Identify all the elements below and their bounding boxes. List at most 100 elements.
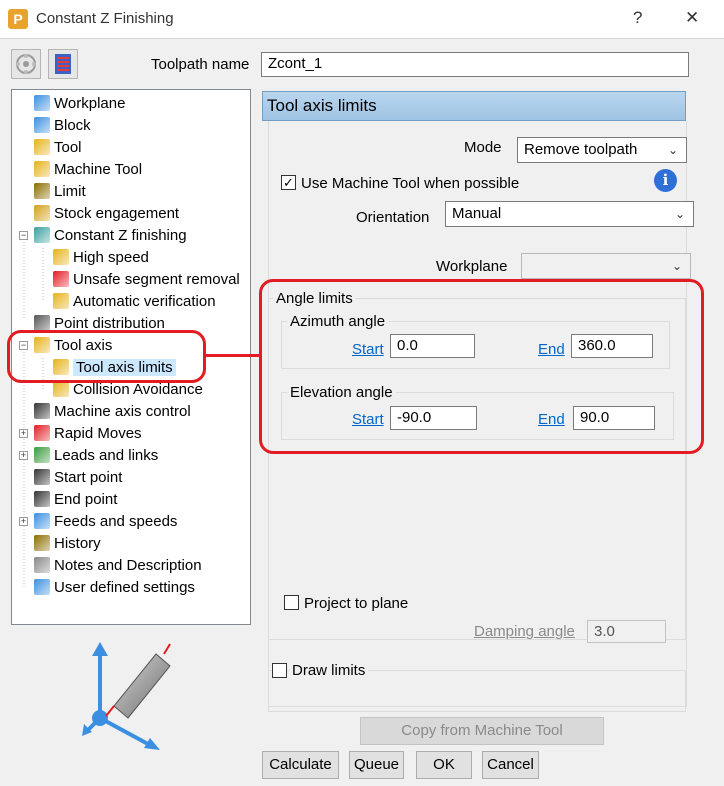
tree-item[interactable]: Constant Z finishing <box>34 225 187 247</box>
tree-item-label: Collision Avoidance <box>73 381 203 398</box>
project-to-plane-label: Project to plane <box>304 595 409 612</box>
orientation-label: Orientation <box>356 209 430 226</box>
tree-item-label: Start point <box>54 469 123 486</box>
close-button[interactable]: ✕ <box>685 8 699 28</box>
tree-item[interactable]: Notes and Description <box>34 555 202 577</box>
tree-item[interactable]: Automatic verification <box>53 291 216 313</box>
tree-item[interactable]: History <box>34 533 101 555</box>
chevron-down-icon: ⌄ <box>674 207 685 221</box>
workplane-dropdown[interactable]: ⌄ <box>521 253 691 279</box>
chevron-down-icon: ⌄ <box>667 143 678 157</box>
automatic-verification-icon <box>53 293 69 309</box>
tree-item-label: Machine axis control <box>54 403 191 420</box>
mode-dropdown[interactable]: Remove toolpath ⌄ <box>517 137 687 163</box>
mode-label: Mode <box>464 139 502 156</box>
notes-icon <box>34 557 50 573</box>
copy-from-machine-tool-button[interactable]: Copy from Machine Tool <box>360 717 604 745</box>
cancel-button[interactable]: Cancel <box>482 751 539 779</box>
gear-cluster-icon <box>16 54 36 74</box>
tree-item-label: High speed <box>73 249 149 266</box>
queue-button[interactable]: Queue <box>349 751 404 779</box>
highlight-connector <box>205 354 261 357</box>
end-point-icon <box>34 491 50 507</box>
tree-expander-icon[interactable]: − <box>19 231 28 240</box>
leads-links-icon <box>34 447 50 463</box>
angle-limits-highlight-outline <box>259 279 704 454</box>
chevron-down-icon: ⌄ <box>671 259 682 273</box>
user-settings-icon <box>34 579 50 595</box>
tree-item[interactable]: Unsafe segment removal <box>53 269 240 291</box>
tree-item[interactable]: Machine Tool <box>34 159 142 181</box>
window-title: Constant Z Finishing <box>36 10 174 27</box>
powermill-logo-icon: P <box>8 9 28 29</box>
orientation-dropdown[interactable]: Manual ⌄ <box>445 201 694 227</box>
ok-button[interactable]: OK <box>416 751 472 779</box>
block-icon <box>34 117 50 133</box>
stock-engagement-icon <box>34 205 50 221</box>
tree-item[interactable]: Feeds and speeds <box>34 511 177 533</box>
feeds-speeds-icon <box>34 513 50 529</box>
tree-item[interactable]: Limit <box>34 181 86 203</box>
tree-item[interactable]: Block <box>34 115 91 137</box>
tree-item-label: Tool <box>54 139 82 156</box>
toolpath-name-input[interactable]: Zcont_1 <box>261 52 689 77</box>
toolpath-settings-button[interactable] <box>11 49 41 79</box>
toolpath-name-label: Toolpath name <box>151 56 250 73</box>
tree-item[interactable]: Tool <box>34 137 82 159</box>
tree-item[interactable]: Leads and links <box>34 445 158 467</box>
toolpath-preview-button[interactable] <box>48 49 78 79</box>
orientation-value: Manual <box>452 205 502 222</box>
title-divider <box>0 38 724 39</box>
tool-icon <box>34 139 50 155</box>
history-icon <box>34 535 50 551</box>
damping-angle-link[interactable]: Damping angle <box>474 623 575 640</box>
tree-item-label: Rapid Moves <box>54 425 142 442</box>
rapid-moves-icon <box>34 425 50 441</box>
toolpath-pattern-icon <box>55 54 71 74</box>
project-to-plane-checkbox[interactable] <box>284 595 299 610</box>
start-point-icon <box>34 469 50 485</box>
tree-item[interactable]: End point <box>34 489 117 511</box>
section-header: Tool axis limits <box>262 91 686 121</box>
tree-item-label: History <box>54 535 101 552</box>
machine-axis-control-icon <box>34 403 50 419</box>
unsafe-segment-icon <box>53 271 69 287</box>
tree-expander-icon[interactable]: + <box>19 429 28 438</box>
collision-avoidance-icon <box>53 381 69 397</box>
help-button[interactable]: ? <box>633 8 642 28</box>
tree-item[interactable]: Start point <box>34 467 122 489</box>
use-machine-tool-checkbox[interactable]: ✓ <box>281 175 296 190</box>
tree-item-label: Constant Z finishing <box>54 227 187 244</box>
workplane-icon <box>34 95 50 111</box>
limit-icon <box>34 183 50 199</box>
high-speed-icon <box>53 249 69 265</box>
tree-item-label: End point <box>54 491 118 508</box>
draw-limits-checkbox[interactable] <box>272 663 287 678</box>
tree-item-label: Stock engagement <box>54 205 180 222</box>
tree-item-label: Workplane <box>54 95 126 112</box>
tree-item[interactable]: Machine axis control <box>34 401 191 423</box>
tree-item-label: Feeds and speeds <box>54 513 178 530</box>
tree-item-label: Limit <box>54 183 86 200</box>
damping-angle-input[interactable]: 3.0 <box>587 620 666 643</box>
tree-item-label: Block <box>54 117 91 134</box>
draw-limits-label: Draw limits <box>289 662 369 679</box>
mode-value: Remove toolpath <box>524 141 638 158</box>
tree-item-label: User defined settings <box>54 579 195 596</box>
use-machine-tool-label: Use Machine Tool when possible <box>301 175 520 192</box>
tree-item[interactable]: Workplane <box>34 93 125 115</box>
tree-item[interactable]: Rapid Moves <box>34 423 142 445</box>
tree-expander-icon[interactable]: + <box>19 451 28 460</box>
tree-item-label: Machine Tool <box>54 161 143 178</box>
tree-item[interactable]: Stock engagement <box>34 203 179 225</box>
tree-expander-icon[interactable]: + <box>19 517 28 526</box>
calculate-button[interactable]: Calculate <box>262 751 339 779</box>
tree-item[interactable]: User defined settings <box>34 577 195 599</box>
tree-item-label: Leads and links <box>54 447 159 464</box>
info-icon[interactable]: i <box>654 169 677 192</box>
tool-axis-illustration-icon <box>82 642 171 750</box>
tree-item[interactable]: High speed <box>53 247 149 269</box>
workplane-label: Workplane <box>436 258 508 275</box>
constant-z-icon <box>34 227 50 243</box>
tree-item-label: Unsafe segment removal <box>73 271 240 288</box>
